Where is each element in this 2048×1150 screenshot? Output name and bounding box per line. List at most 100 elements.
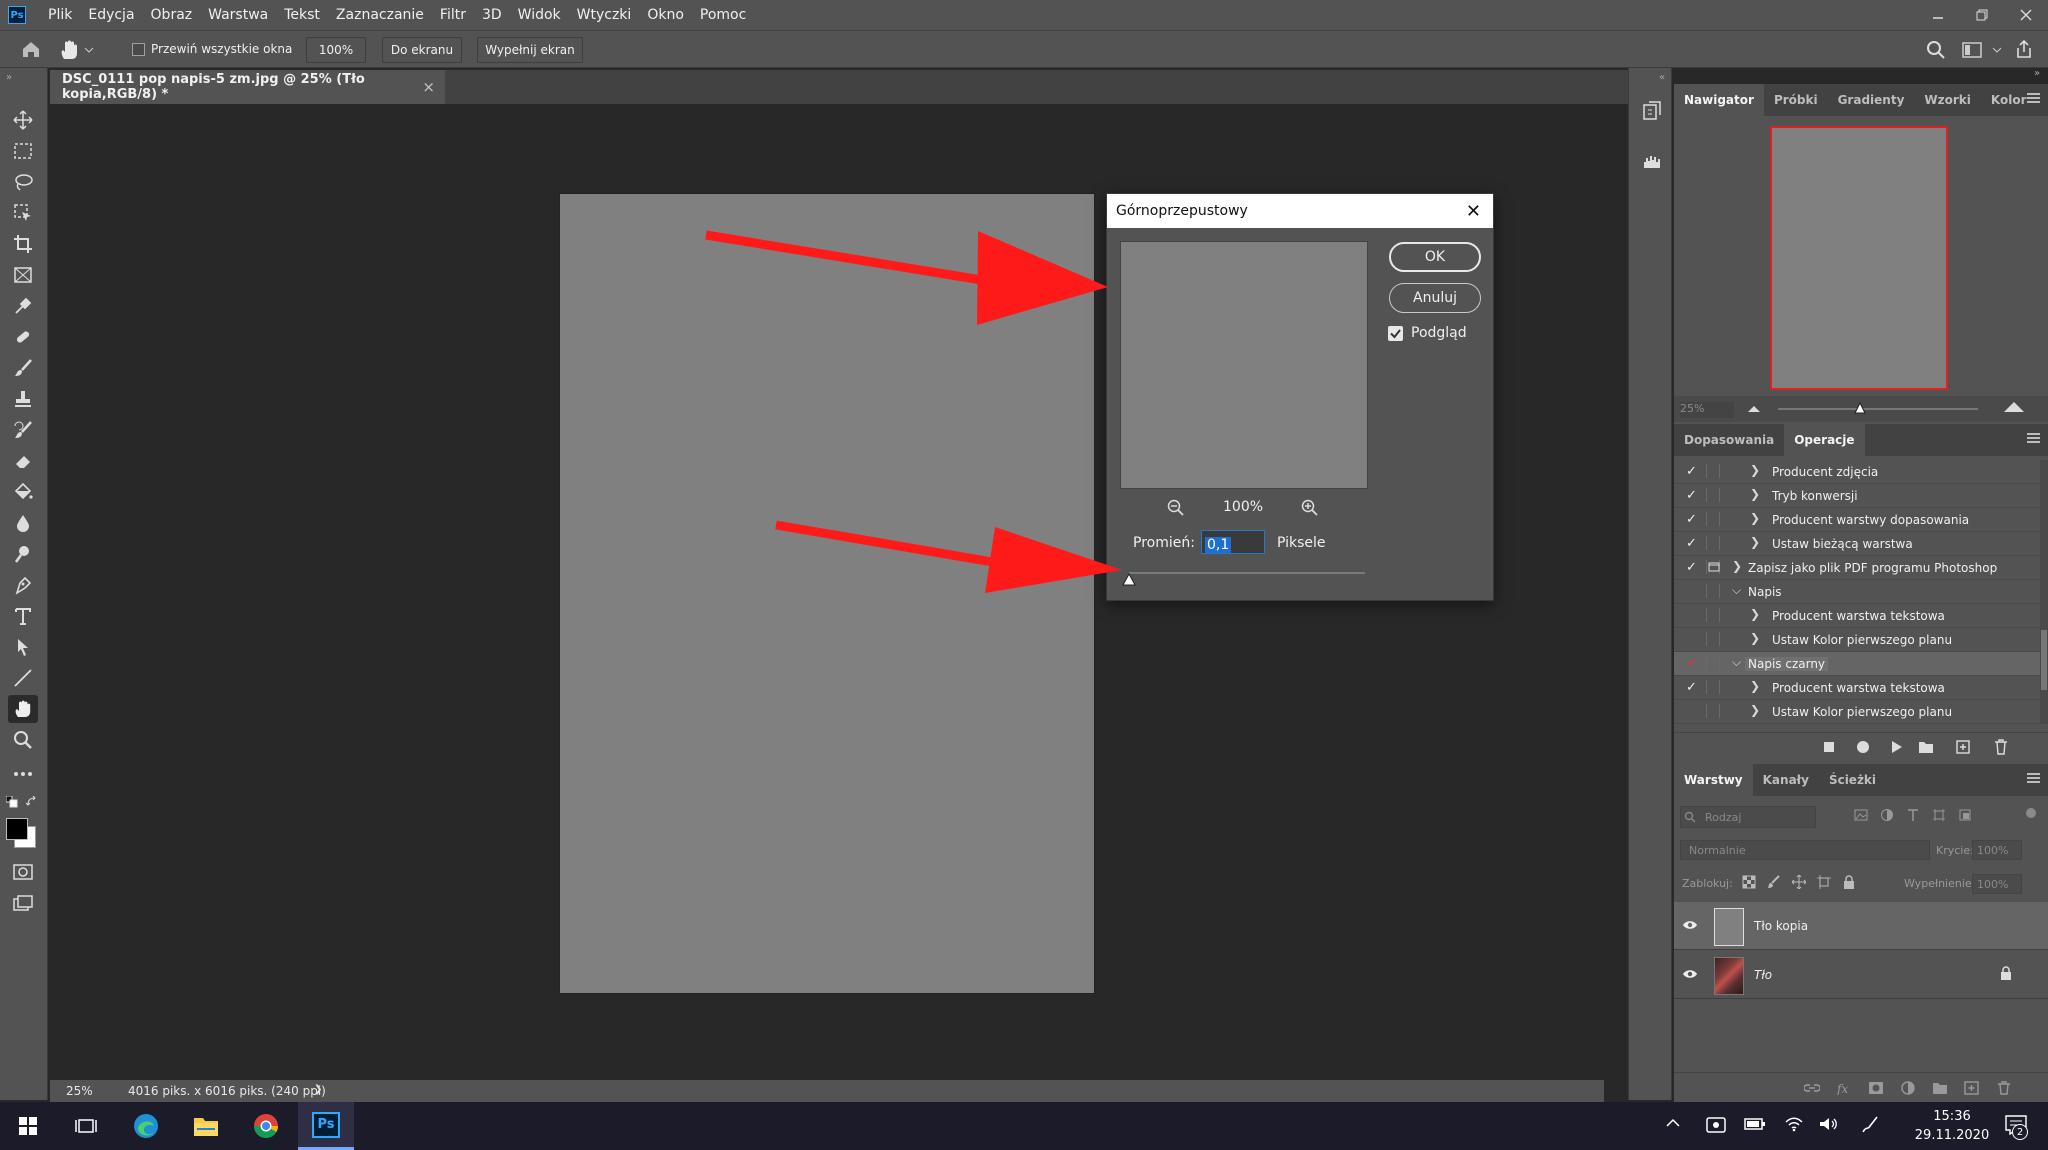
menu-obraz[interactable]: Obraz	[143, 0, 201, 30]
lock-position-icon[interactable]	[1792, 875, 1806, 889]
opacity-input[interactable]: 100%	[1972, 840, 2022, 860]
zoom-out-icon[interactable]	[1167, 499, 1185, 517]
tab-operacje[interactable]: Operacje	[1784, 424, 1865, 456]
eye-icon[interactable]	[1682, 968, 1698, 980]
navigator-zoom-value[interactable]: 25%	[1680, 402, 1734, 418]
menu-wtyczki[interactable]: Wtyczki	[569, 0, 640, 30]
chevron-right-icon[interactable]: ❯	[1750, 703, 1760, 717]
dialog-toggle-box[interactable]	[1706, 680, 1720, 694]
frame-tool-icon[interactable]	[8, 261, 38, 289]
fx-icon[interactable]: fx	[1836, 1081, 1852, 1095]
action-toggle-check[interactable]	[1686, 584, 1700, 598]
layer-row[interactable]: Tło kopia	[1674, 902, 2048, 950]
marquee-tool-icon[interactable]	[8, 137, 38, 165]
delete-action-icon[interactable]	[1994, 739, 2008, 755]
tab-kanaly[interactable]: Kanały	[1753, 764, 1819, 796]
action-toggle-check[interactable]	[1686, 704, 1700, 718]
more-tools-icon[interactable]	[8, 760, 38, 788]
action-row[interactable]: ❯ Producent warstwa tekstowa	[1674, 604, 2040, 628]
action-toggle-check[interactable]	[1686, 608, 1700, 622]
fit-screen-button[interactable]: Do ekranu	[382, 37, 462, 63]
filter-preview[interactable]	[1120, 241, 1368, 489]
play-icon[interactable]	[1891, 740, 1903, 754]
new-group-icon[interactable]	[1932, 1081, 1948, 1095]
hand-tool-preset[interactable]	[58, 37, 102, 63]
layer-filter-select[interactable]: Rodzaj	[1680, 806, 1816, 828]
brush-tool-icon[interactable]	[8, 354, 38, 382]
chevron-right-icon[interactable]: ❯	[1750, 487, 1760, 501]
chrome-icon[interactable]	[238, 1102, 294, 1150]
blur-tool-icon[interactable]	[8, 509, 38, 537]
screen-mode-icon[interactable]	[8, 889, 38, 917]
object-selection-tool-icon[interactable]	[8, 199, 38, 227]
search-icon[interactable]	[1926, 40, 1946, 60]
menu-pomoc[interactable]: Pomoc	[692, 0, 754, 30]
fill-input[interactable]: 100%	[1972, 874, 2022, 894]
paint-bucket-tool-icon[interactable]	[8, 478, 38, 506]
action-toggle-check[interactable]: ✓	[1686, 680, 1700, 695]
dialog-toggle-box[interactable]	[1706, 464, 1720, 478]
pen-tool-icon[interactable]	[8, 571, 38, 599]
menu-plik[interactable]: Plik	[40, 0, 80, 30]
radius-slider-track[interactable]	[1129, 572, 1365, 574]
blend-mode-select[interactable]: Normalnie	[1680, 840, 1930, 860]
status-menu-arrow[interactable]: ❯	[314, 1084, 322, 1095]
close-icon[interactable]: ✕	[1466, 201, 1481, 222]
layer-name[interactable]: Tło	[1754, 968, 1772, 982]
tab-sciezki[interactable]: Ścieżki	[1819, 764, 1886, 796]
history-brush-tool-icon[interactable]	[8, 416, 38, 444]
lock-transparency-icon[interactable]	[1742, 875, 1756, 889]
dialog-toggle-box[interactable]	[1706, 704, 1720, 718]
panel-menu-icon[interactable]	[2027, 93, 2040, 103]
chevron-down-icon[interactable]: ⌵	[1732, 655, 1741, 670]
chevron-right-icon[interactable]: ❯	[1750, 679, 1760, 693]
tab-probki[interactable]: Próbki	[1764, 84, 1828, 116]
battery-icon[interactable]	[1744, 1117, 1766, 1131]
dialog-toggle-box[interactable]	[1706, 488, 1720, 502]
line-tool-icon[interactable]	[8, 664, 38, 692]
fill-screen-button[interactable]: Wypełnij ekran	[477, 37, 583, 63]
dialog-toggle-box[interactable]	[1706, 608, 1720, 622]
swap-colors-icon[interactable]	[26, 796, 38, 808]
actions-scrollbar[interactable]	[2040, 460, 2048, 724]
zoom-in-mountain-icon[interactable]	[2004, 400, 2024, 412]
clone-stamp-tool-icon[interactable]	[8, 385, 38, 413]
menu-3d[interactable]: 3D	[474, 0, 510, 30]
menu-zaznaczanie[interactable]: Zaznaczanie	[328, 0, 432, 30]
action-toggle-check[interactable]: ✓	[1686, 512, 1700, 527]
navigator-zoom-slider[interactable]	[1778, 408, 1978, 410]
zoom-100-button[interactable]: 100%	[306, 37, 366, 63]
menu-filtr[interactable]: Filtr	[432, 0, 474, 30]
minimize-button[interactable]	[1916, 0, 1960, 30]
task-view-icon[interactable]	[58, 1102, 114, 1150]
radius-input[interactable]: 0,1	[1201, 530, 1265, 554]
new-set-folder-icon[interactable]	[1918, 740, 1934, 754]
shape-filter-icon[interactable]	[1932, 808, 1946, 822]
move-tool-icon[interactable]	[8, 106, 38, 134]
lasso-tool-icon[interactable]	[8, 168, 38, 196]
action-toggle-check[interactable]: ✓	[1686, 464, 1700, 479]
preview-checkbox[interactable]	[1388, 326, 1403, 341]
pen-ink-icon[interactable]	[1860, 1114, 1882, 1134]
navigator-slider-thumb[interactable]	[1854, 402, 1866, 414]
dialog-toggle-box[interactable]	[1706, 656, 1720, 670]
workspace-icon[interactable]	[1962, 41, 1982, 59]
chevron-right-icon[interactable]: ❯	[1750, 511, 1760, 525]
chevron-right-icon[interactable]: ❯	[1750, 463, 1760, 477]
windows-start-icon[interactable]	[0, 1102, 56, 1150]
dodge-tool-icon[interactable]	[8, 540, 38, 568]
history-panel-icon[interactable]	[1641, 100, 1663, 122]
meet-now-icon[interactable]	[1706, 1116, 1726, 1134]
dialog-toggle-box[interactable]	[1706, 632, 1720, 646]
adjustment-filter-icon[interactable]	[1880, 808, 1894, 822]
edge-browser-icon[interactable]	[118, 1102, 174, 1150]
action-toggle-check[interactable]: ✓	[1686, 656, 1700, 671]
workspace-dropdown-icon[interactable]	[1992, 45, 2002, 55]
chevron-right-icon[interactable]: ❯	[1732, 559, 1742, 573]
histogram-panel-icon[interactable]	[1641, 150, 1663, 172]
tab-dopasowania[interactable]: Dopasowania	[1674, 424, 1784, 456]
home-icon[interactable]	[20, 39, 42, 59]
filter-toggle-icon[interactable]	[2026, 808, 2036, 818]
eraser-tool-icon[interactable]	[8, 447, 38, 475]
hand-tool-icon[interactable]	[8, 695, 38, 723]
